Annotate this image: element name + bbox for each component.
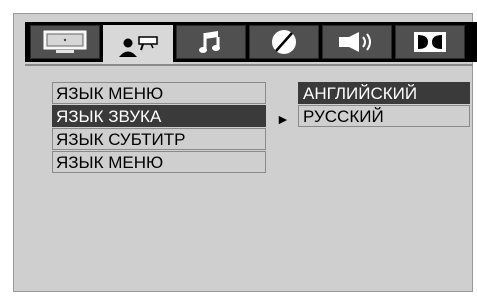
menu-item-audio-language[interactable]: ЯЗЫК ЗВУКА: [52, 105, 266, 127]
menu-item-osd-language[interactable]: ЯЗЫК МЕНЮ: [52, 82, 266, 104]
menu-item-subtitle-language[interactable]: ЯЗЫК СУБТИТР: [52, 128, 266, 150]
language-options: АНГЛИЙСКИЙ РУССКИЙ: [298, 82, 470, 128]
tab-display[interactable]: [30, 25, 100, 59]
contrast-circle-icon: [272, 30, 296, 54]
tab-video[interactable]: [249, 25, 319, 59]
option-russian[interactable]: РУССКИЙ: [298, 105, 470, 127]
language-menu: ЯЗЫК МЕНЮ ЯЗЫК ЗВУКА ЯЗЫК СУБТИТР ЯЗЫК М…: [52, 82, 266, 174]
tv-screen-icon: [43, 30, 87, 53]
tab-dolby[interactable]: [395, 25, 465, 59]
music-note-icon: [199, 31, 220, 53]
submenu-arrow-icon: ►: [276, 111, 290, 127]
tab-separator: [25, 64, 473, 66]
option-english[interactable]: АНГЛИЙСКИЙ: [298, 82, 470, 104]
person-settings-icon: [119, 36, 158, 57]
tab-speaker[interactable]: [322, 25, 392, 59]
speaker-icon: [339, 32, 371, 52]
menu-item-disc-menu-language[interactable]: ЯЗЫК МЕНЮ: [52, 151, 266, 173]
tab-language[interactable]: [103, 25, 173, 65]
tab-bar: [25, 22, 477, 65]
dolby-icon: [414, 32, 446, 52]
tab-audio[interactable]: [176, 25, 246, 59]
